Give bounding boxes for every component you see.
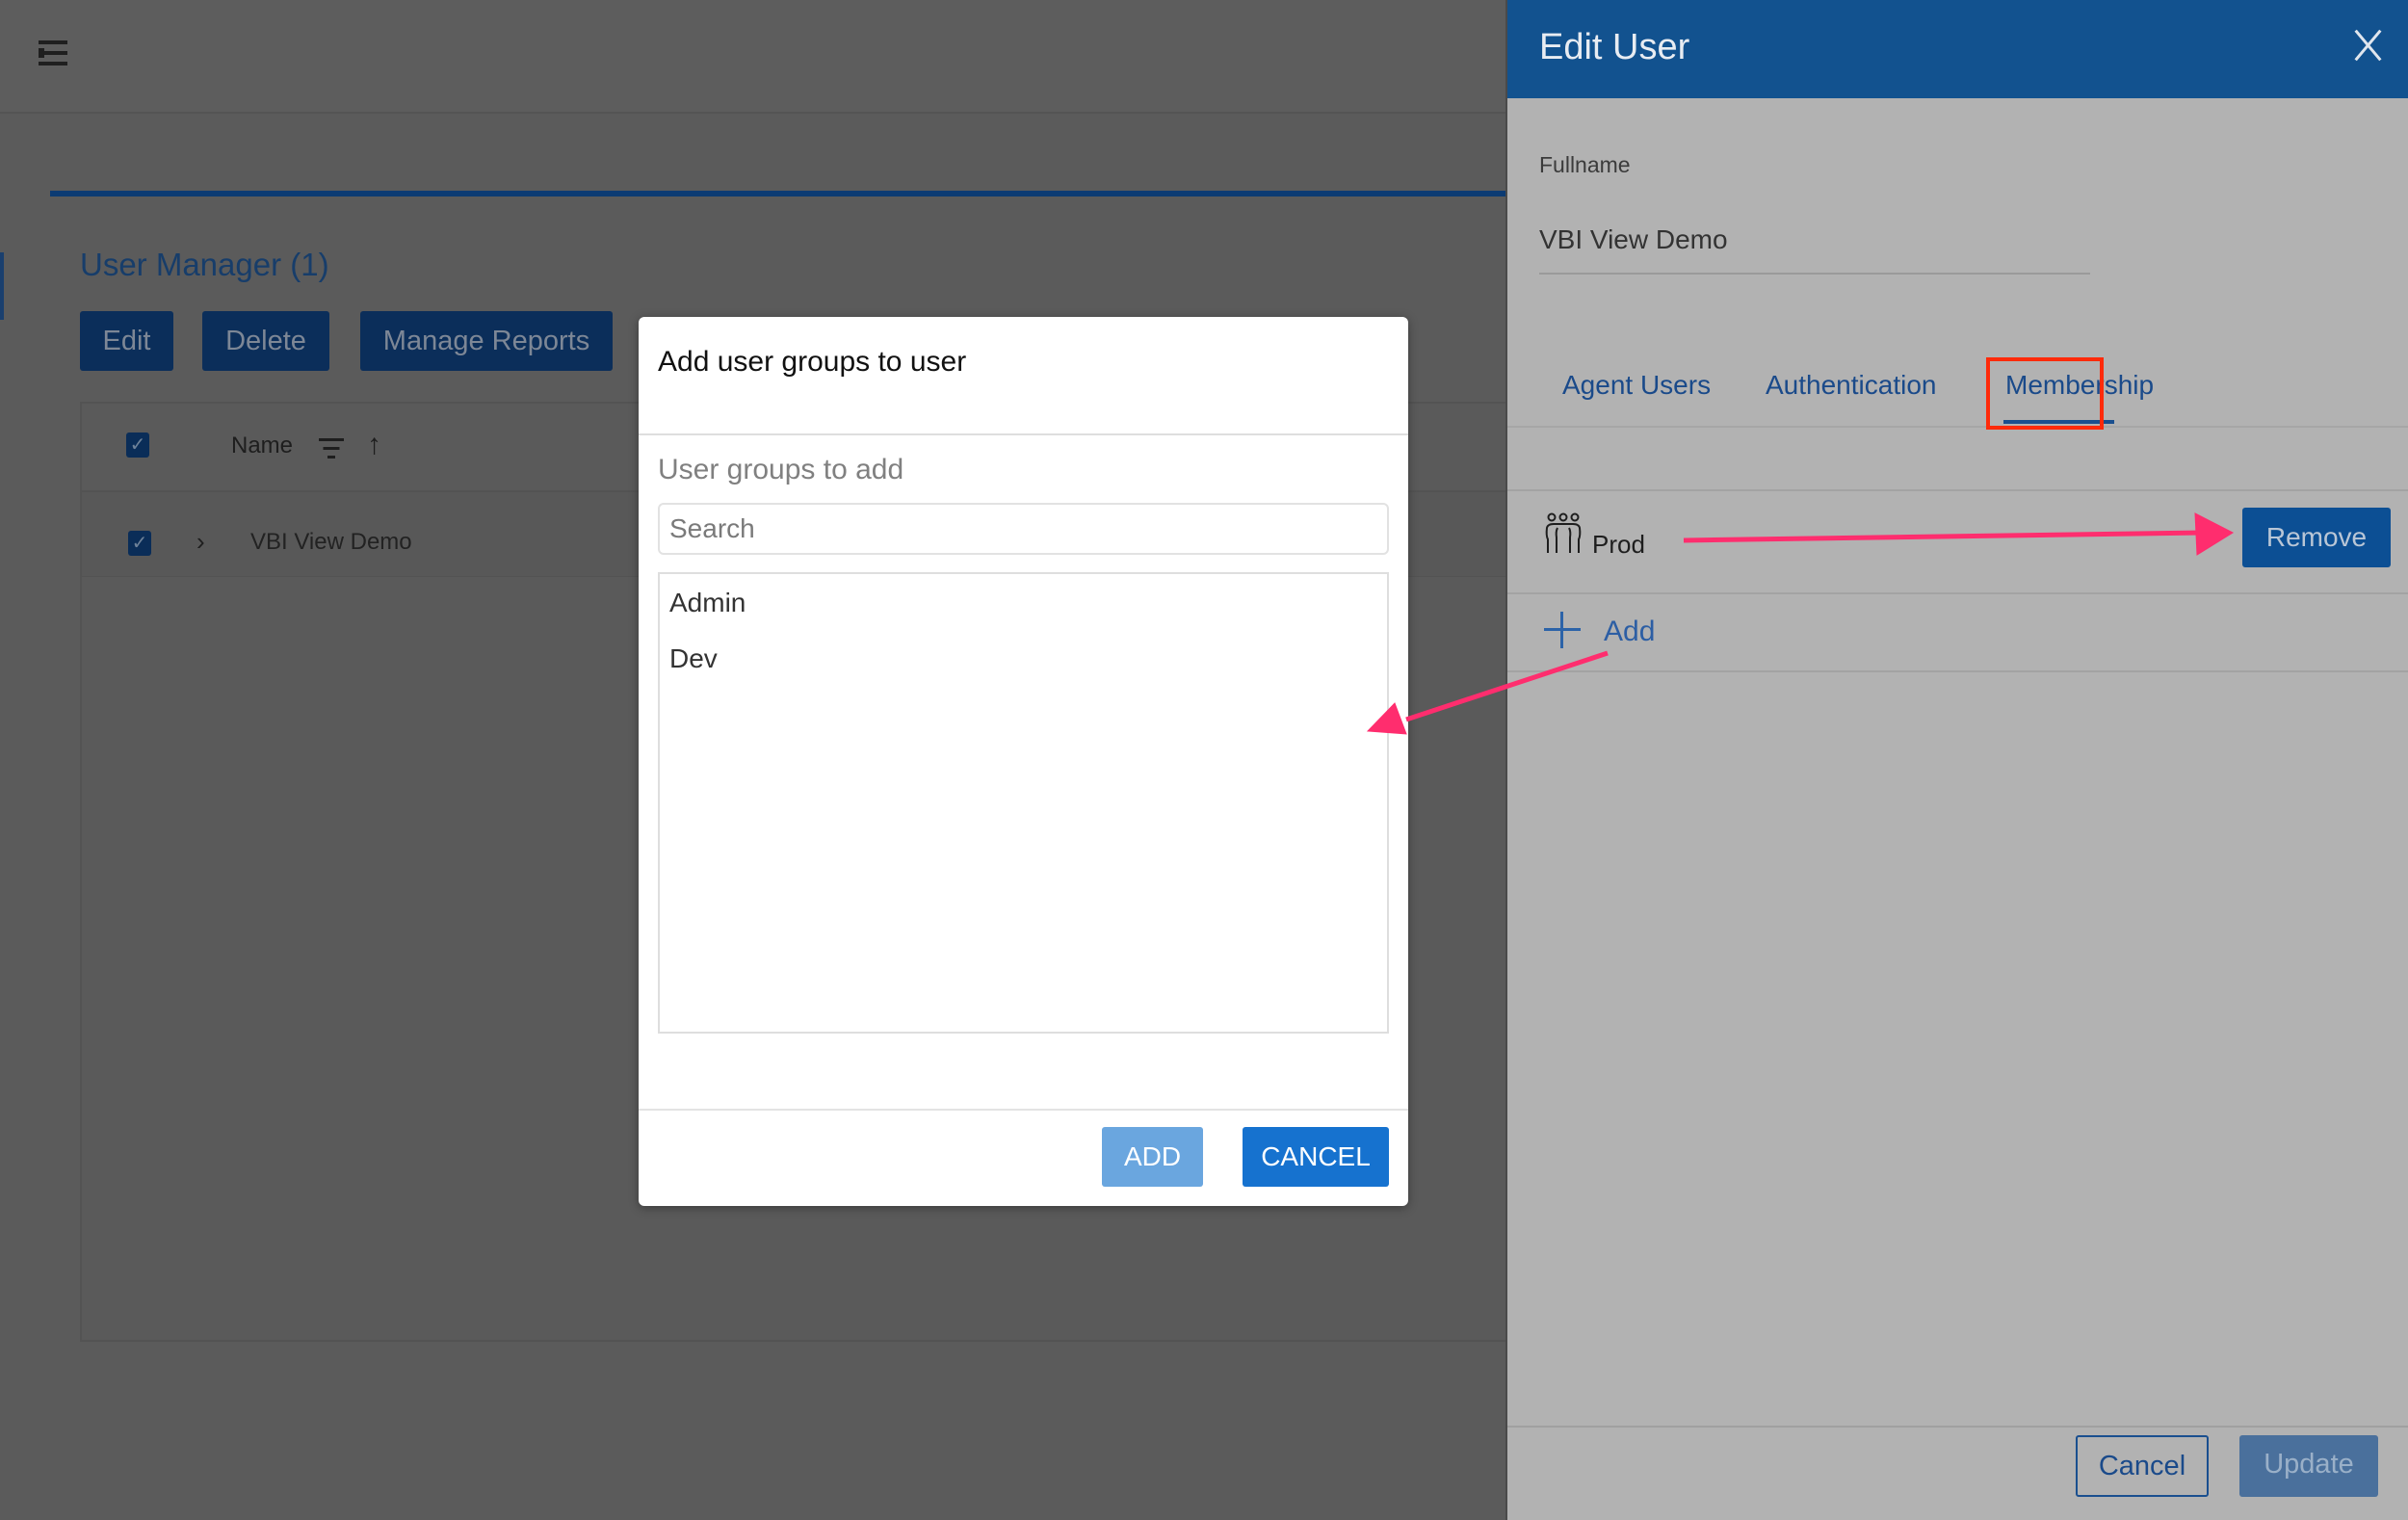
row-name: VBI View Demo [250, 529, 412, 555]
sort-ascending-icon[interactable]: ↑ [367, 429, 381, 461]
list-item[interactable]: Dev [669, 643, 718, 674]
dialog-title: Add user groups to user [658, 346, 967, 378]
list-item[interactable]: Admin [669, 588, 746, 618]
edit-button[interactable]: Edit [80, 311, 173, 371]
group-name: Prod [1592, 530, 1645, 559]
panel-tabs: Agent Users Authentication Membership [1507, 356, 2408, 428]
tab-agent-users[interactable]: Agent Users [1562, 370, 1711, 401]
add-membership-row: Add [1507, 592, 2408, 671]
tab-authentication[interactable]: Authentication [1766, 370, 1936, 401]
fullname-label: Fullname [1539, 152, 1631, 177]
search-input[interactable] [658, 503, 1389, 555]
membership-item: Prod Remove [1507, 491, 2408, 592]
top-bar [0, 0, 1505, 114]
highlight-box-annotation [1986, 357, 2104, 430]
add-button[interactable]: ADD [1102, 1127, 1203, 1187]
plus-icon[interactable] [1544, 612, 1581, 648]
divider [639, 433, 1408, 435]
user-group-icon [1545, 512, 1582, 553]
select-all-checkbox[interactable]: ✓ [126, 432, 149, 458]
add-group-link[interactable]: Add [1604, 616, 1655, 648]
update-button[interactable]: Update [2239, 1435, 2378, 1497]
sidebar-active-indicator [0, 252, 4, 320]
panel-header: Edit User [1507, 0, 2408, 98]
filter-icon[interactable] [317, 438, 346, 459]
row-checkbox[interactable]: ✓ [128, 531, 151, 556]
panel-cancel-button[interactable]: Cancel [2076, 1435, 2209, 1497]
column-header-name[interactable]: Name [231, 432, 293, 459]
fullname-field[interactable]: VBI View Demo [1539, 224, 2090, 275]
chevron-right-icon[interactable]: › [196, 527, 205, 557]
add-user-groups-dialog: Add user groups to user User groups to a… [639, 317, 1408, 1206]
manage-reports-button[interactable]: Manage Reports [360, 311, 613, 371]
divider [639, 1109, 1408, 1111]
edit-user-panel: Edit User Fullname VBI View Demo Agent U… [1505, 0, 2408, 1520]
delete-button[interactable]: Delete [202, 311, 329, 371]
page-title: User Manager (1) [80, 247, 329, 282]
hamburger-menu-icon[interactable] [39, 39, 67, 67]
divider [1507, 670, 2408, 672]
panel-title: Edit User [1539, 27, 1690, 67]
cancel-button[interactable]: CANCEL [1243, 1127, 1389, 1187]
divider [1507, 1426, 2408, 1428]
remove-button[interactable]: Remove [2242, 508, 2391, 567]
user-groups-label: User groups to add [658, 454, 904, 485]
user-groups-list[interactable]: Admin Dev [658, 572, 1389, 1034]
close-icon[interactable] [2351, 29, 2384, 62]
